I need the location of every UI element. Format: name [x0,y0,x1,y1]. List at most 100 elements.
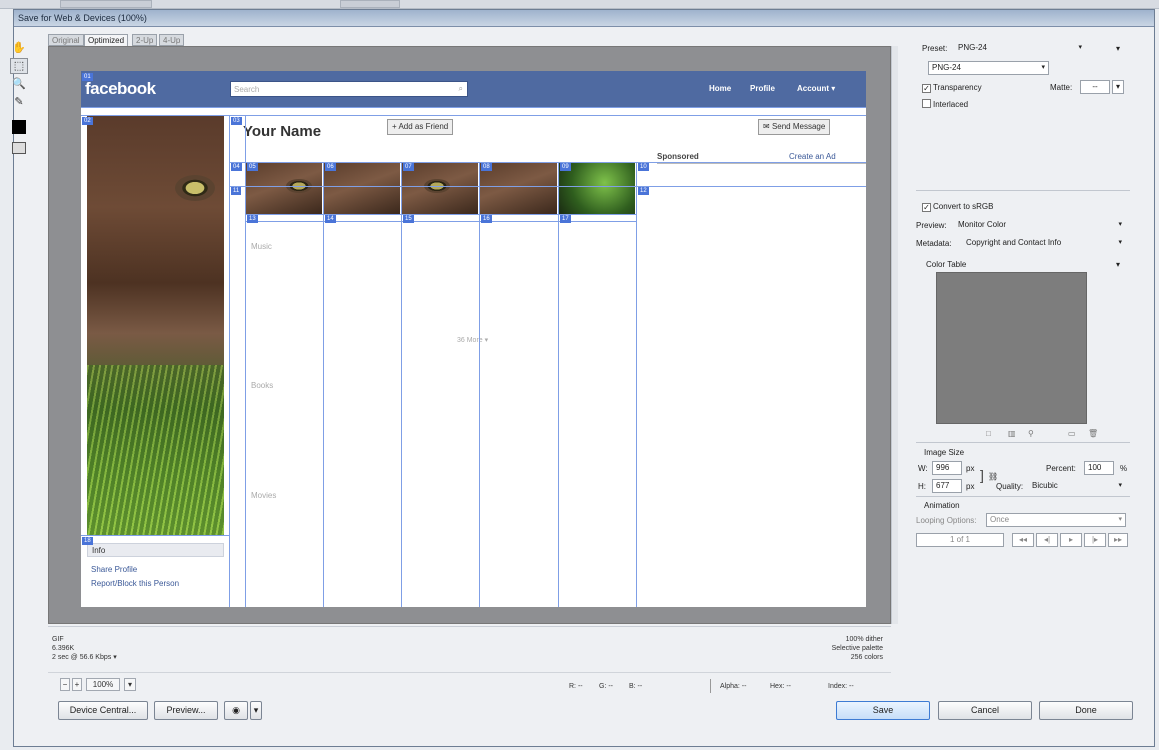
slice-guide [558,162,559,607]
filesize-readout: 6.396K [52,645,75,652]
grass [87,365,224,535]
slice-guide [229,186,866,187]
slice-label[interactable]: 18 [82,537,93,545]
slice-label[interactable]: 09 [560,163,571,171]
slice-label[interactable]: 05 [247,163,258,171]
slice-label[interactable]: 11 [231,187,242,195]
matte-select[interactable]: -- [1080,80,1110,94]
lock-color-icon[interactable]: ⚲ [1028,429,1034,438]
panel-divider [916,442,1130,443]
slice-label[interactable]: 12 [638,187,649,195]
facebook-search-placeholder: Search [234,85,260,94]
canvas-scrollbar[interactable] [891,46,898,624]
browser-menu-chevron-down-icon[interactable]: ▾ [250,701,262,720]
green-readout: G: -- [599,683,613,690]
send-message-button: ✉ Send Message [758,119,831,135]
facebook-search-input: Search ⌕ [230,81,468,97]
width-unit: px [966,464,975,473]
slice-label[interactable]: 03 [231,117,242,125]
quality-chevron-down-icon: ▾ [1118,482,1122,489]
eyedropper-color-swatch[interactable] [12,120,26,134]
slice-label[interactable]: 07 [403,163,414,171]
slice-label[interactable]: 01 [82,73,93,81]
slice-label[interactable]: 13 [247,215,258,223]
slice-guide [479,162,480,607]
next-frame-icon[interactable]: |▸ [1084,533,1106,547]
animation-heading: Animation [924,501,960,510]
interlaced-checkbox[interactable]: Interlaced [922,99,968,109]
profile-photo [87,115,224,535]
preview-canvas[interactable]: facebook Search ⌕ Home Profile Account ▾… [48,46,891,624]
constrain-proportions-link-icon[interactable]: ⛓ [988,472,998,481]
preview-select[interactable]: Monitor Color ▾ [954,218,1126,232]
sponsored-divider [657,163,866,164]
toggle-slices-visibility-icon[interactable] [12,142,26,154]
transparency-checkbox[interactable]: ✓ Transparency [922,83,982,93]
play-icon[interactable]: ▸ [1060,533,1082,547]
optimize-menu-icon[interactable]: ▾ [1116,44,1120,53]
percent-label: Percent: [1046,464,1076,473]
slice-label[interactable]: 04 [231,163,242,171]
metadata-select[interactable]: Copyright and Contact Info ▾ [962,236,1126,250]
create-ad-link: Create an Ad [789,152,836,161]
height-field[interactable]: 677 [932,479,962,493]
slice-guide [245,214,636,215]
color-table-menu-icon[interactable]: ▾ [1116,260,1120,269]
looping-options-select[interactable]: Once ▾ [986,513,1126,527]
eyedropper-tool-icon[interactable]: ✎ [10,94,28,110]
zoom-tool-icon[interactable]: 🔍 [10,76,28,92]
percent-unit: % [1120,464,1128,473]
zoom-out-icon[interactable]: − [60,678,70,691]
save-button[interactable]: Save [836,701,930,720]
first-frame-icon[interactable]: ◂◂ [1012,533,1034,547]
convert-srgb-checkbox[interactable]: ✓ Convert to sRGB [922,202,993,212]
zoom-in-icon[interactable]: + [72,678,82,691]
slice-label[interactable]: 08 [481,163,492,171]
facebook-top-bar: facebook Search ⌕ Home Profile Account ▾ [81,71,866,107]
width-field[interactable]: 996 [932,461,962,475]
slice-label[interactable]: 17 [560,215,571,223]
last-frame-icon[interactable]: ▸▸ [1108,533,1128,547]
slice-label[interactable]: 15 [403,215,414,223]
new-color-icon[interactable]: ▭ [1068,429,1076,438]
hand-tool-icon[interactable]: ✋ [10,40,28,56]
info-tab: Info [87,543,224,557]
panel-divider [916,190,1130,191]
slice-label[interactable]: 06 [325,163,336,171]
optimization-info: GIF 6.396K 2 sec @ 56.6 Kbps ▾ 100% dith… [48,626,891,664]
tool-column: ✋ ⬚ 🔍 ✎ [2,24,38,164]
slice-label[interactable]: 02 [82,117,93,125]
send-message-label: Send Message [771,122,826,131]
color-table[interactable] [936,272,1087,424]
matte-chevron-down-icon[interactable]: ▾ [1112,80,1124,94]
optimization-info-left: GIF 6.396K 2 sec @ 56.6 Kbps ▾ [52,635,117,662]
facebook-profile-preview: facebook Search ⌕ Home Profile Account ▾… [81,71,866,607]
map-color-icon[interactable]: □ [986,429,991,438]
preview-button[interactable]: Preview... [154,701,218,720]
percent-field[interactable]: 100 [1084,461,1114,475]
slice-select-tool-icon[interactable]: ⬚ [10,58,28,74]
device-central-button[interactable]: Device Central... [58,701,148,720]
quality-select[interactable]: Bicubic ▾ [1028,479,1126,493]
slice-label[interactable]: 14 [325,215,336,223]
slice-label[interactable]: 16 [481,215,492,223]
tab-original[interactable]: Original [48,34,84,46]
web-shift-icon[interactable]: ▥ [1008,429,1016,438]
zoom-menu-chevron-down-icon[interactable]: ▾ [124,678,136,691]
width-label: W: [918,464,928,473]
download-speed-menu-icon[interactable]: ▾ [113,654,117,661]
done-button[interactable]: Done [1039,701,1133,720]
browser-icon[interactable]: ◉ [224,701,248,720]
tab-2-up[interactable]: 2-Up [132,34,158,46]
background-control [340,0,400,8]
color-table-heading: Color Table [926,260,967,269]
zoom-level-field[interactable]: 100% [86,678,120,691]
preset-chevron-down-icon: ▾ [1078,44,1082,51]
preset-select[interactable]: PNG-24 ▾ [954,41,1086,55]
slice-label[interactable]: 10 [638,163,649,171]
delete-color-icon[interactable]: 🗑 [1088,429,1098,438]
tab-4-up[interactable]: 4-Up [159,34,185,46]
file-format-select[interactable]: PNG-24 ▾ [928,61,1049,75]
previous-frame-icon[interactable]: ◂| [1036,533,1058,547]
cancel-button[interactable]: Cancel [938,701,1032,720]
